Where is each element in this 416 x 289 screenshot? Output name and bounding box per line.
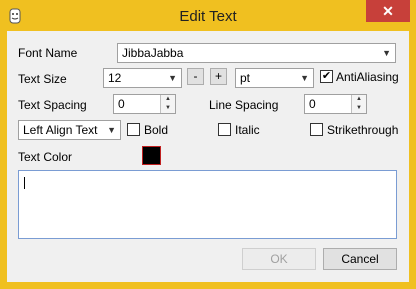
edit-text-dialog: Edit Text ✕ Font Name JibbaJabba ▼ Text … (0, 0, 416, 289)
cancel-button[interactable]: Cancel (323, 248, 397, 270)
chevron-down-icon: ▼ (168, 73, 177, 83)
size-unit-value: pt (240, 71, 251, 85)
spin-down-icon[interactable]: ▼ (161, 104, 175, 113)
decrease-size-button[interactable]: - (187, 68, 204, 85)
dialog-body: Font Name JibbaJabba ▼ Text Size 12 ▼ - … (7, 31, 409, 282)
spinner-buttons[interactable]: ▲ ▼ (351, 95, 366, 113)
text-size-dropdown[interactable]: 12 ▼ (103, 68, 182, 88)
strikethrough-checkbox[interactable] (310, 123, 323, 136)
antialiasing-label: AntiAliasing (336, 70, 399, 84)
italic-checkbox[interactable] (218, 123, 231, 136)
text-input-area[interactable] (18, 170, 397, 239)
text-spacing-value: 0 (118, 97, 125, 111)
text-size-value: 12 (108, 71, 122, 85)
window-title: Edit Text (179, 8, 237, 25)
close-button[interactable]: ✕ (366, 0, 410, 22)
text-color-swatch[interactable] (142, 146, 161, 165)
font-name-label: Font Name (18, 46, 78, 60)
font-name-value: JibbaJabba (122, 46, 184, 60)
bold-checkbox[interactable] (127, 123, 140, 136)
italic-label: Italic (235, 123, 260, 137)
font-name-dropdown[interactable]: JibbaJabba ▼ (117, 43, 396, 63)
text-spacing-label: Text Spacing (18, 98, 87, 112)
spinner-buttons[interactable]: ▲ ▼ (160, 95, 175, 113)
line-spacing-spinner[interactable]: 0 ▲ ▼ (304, 94, 367, 114)
line-spacing-label: Line Spacing (209, 98, 279, 112)
chevron-down-icon: ▼ (107, 125, 116, 135)
close-icon: ✕ (382, 3, 394, 19)
ok-button[interactable]: OK (242, 248, 316, 270)
chevron-down-icon: ▼ (300, 73, 309, 83)
spin-up-icon[interactable]: ▲ (161, 95, 175, 104)
chevron-down-icon: ▼ (382, 48, 391, 58)
title-bar[interactable]: Edit Text ✕ (0, 0, 416, 32)
spin-up-icon[interactable]: ▲ (352, 95, 366, 104)
text-size-label: Text Size (18, 72, 67, 86)
strikethrough-label: Strikethrough (327, 123, 399, 137)
check-icon: ✔ (321, 70, 332, 82)
text-color-label: Text Color (18, 150, 73, 164)
spin-down-icon[interactable]: ▼ (352, 104, 366, 113)
alignment-dropdown[interactable]: Left Align Text ▼ (18, 120, 121, 140)
antialiasing-checkbox[interactable]: ✔ (320, 70, 333, 83)
bold-label: Bold (144, 123, 169, 137)
text-cursor (24, 177, 25, 189)
increase-size-button[interactable]: + (210, 68, 227, 85)
alignment-value: Left Align Text (23, 123, 98, 137)
text-spacing-spinner[interactable]: 0 ▲ ▼ (113, 94, 176, 114)
size-unit-dropdown[interactable]: pt ▼ (235, 68, 314, 88)
line-spacing-value: 0 (309, 97, 316, 111)
